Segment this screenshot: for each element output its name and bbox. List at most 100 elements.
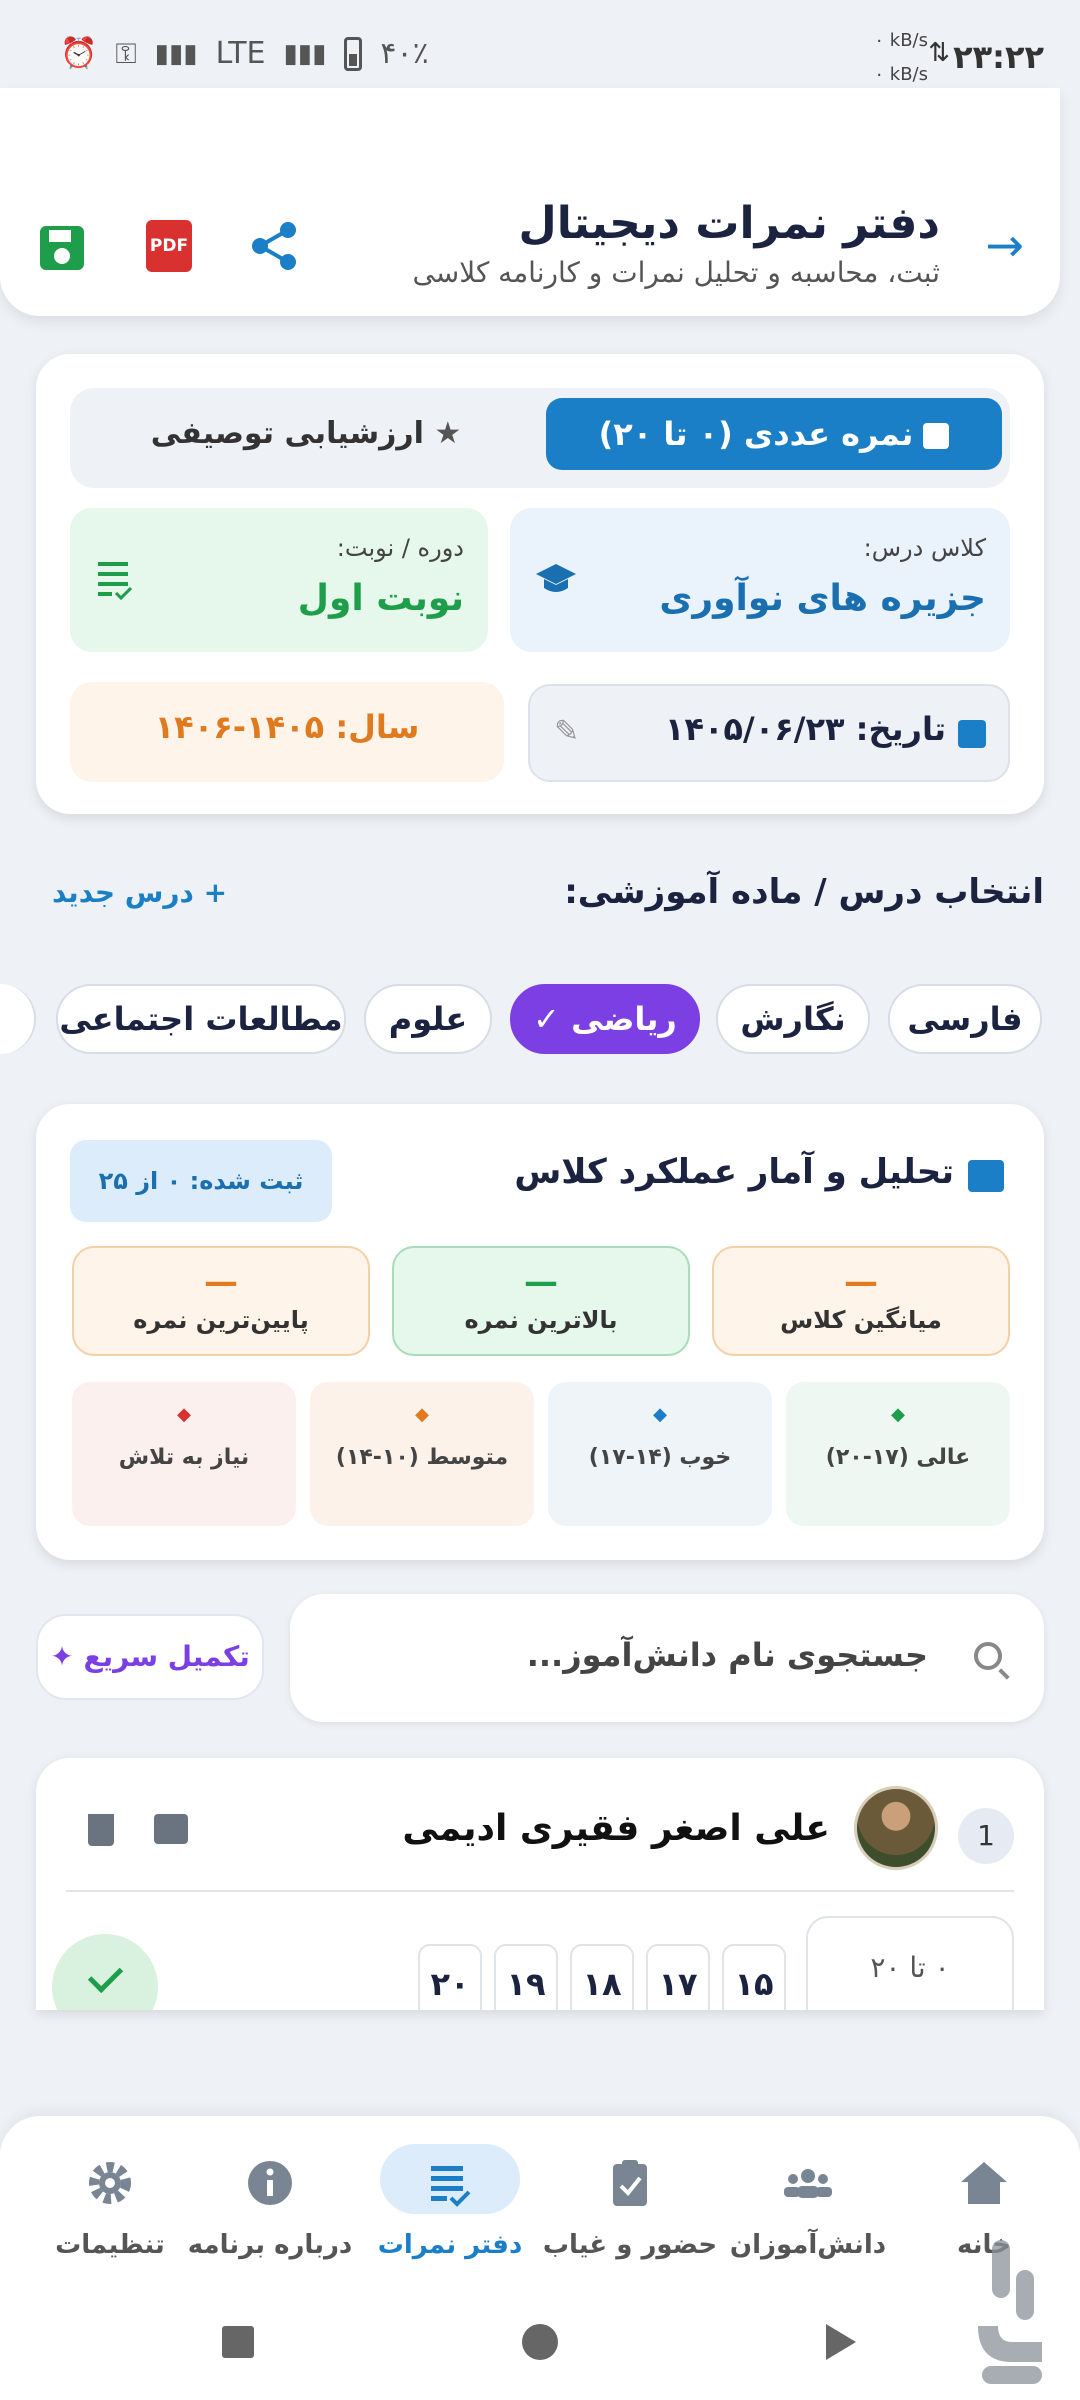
- student-row-card: 1 علی اصغر فقیری ادیمی ۰ تا ۲۰ ۲۰ ۱۹ ۱۸ …: [36, 1758, 1044, 2010]
- network-type: LTE: [215, 36, 266, 71]
- speed-up: ۰ kB/s: [874, 30, 928, 51]
- key-icon: ⚿: [115, 36, 137, 70]
- average-label: میانگین کلاس: [780, 1306, 942, 1334]
- subject-chip-partial[interactable]: [0, 984, 36, 1054]
- grade-good-label: خوب (۱۴-۱۷): [588, 1445, 732, 1470]
- grade-excellent-dot: ◆: [891, 1404, 905, 1425]
- nav-settings-label: تنظیمات: [55, 2230, 165, 2260]
- avatar: [854, 1786, 938, 1870]
- class-label: کلاس درس:: [863, 534, 986, 562]
- search-icon: [974, 1642, 1002, 1670]
- school-year: سال: ۱۴۰۵-۱۴۰۶: [70, 682, 504, 782]
- recents-icon[interactable]: [222, 2326, 254, 2358]
- check-icon: ✓: [533, 1000, 572, 1038]
- quick-score-18[interactable]: ۱۸: [570, 1944, 634, 2010]
- nav-settings[interactable]: تنظیمات: [24, 2156, 196, 2260]
- bottom-navigation: خانه دانش‌آموزان حضور و غیاب دفتر نمرات …: [0, 2116, 1080, 2400]
- average-stat: — میانگین کلاس: [712, 1246, 1010, 1356]
- subject-chip-farsi[interactable]: فارسی: [888, 984, 1042, 1054]
- class-stats-card: تحلیل و آمار عملکرد کلاس ثبت شده: ۰ از ۲…: [36, 1104, 1044, 1560]
- graduation-cap-icon: [536, 564, 576, 592]
- battery-icon: [344, 36, 363, 71]
- share-icon[interactable]: [250, 220, 298, 272]
- student-index: 1: [958, 1808, 1014, 1864]
- status-bar: ۴۰٪ ▮▮▮ LTE ▮▮▮ ⚿ ⏰ ۰ kB/s ۰ kB/s ⇅ ۲۳:۲…: [0, 0, 1080, 88]
- page-title: دفتر نمرات دیجیتال: [518, 198, 940, 249]
- star-icon: ★: [423, 416, 462, 451]
- term-value: نوبت اول: [297, 578, 464, 619]
- divider: [66, 1890, 1014, 1892]
- edit-pencil-icon[interactable]: ✎: [554, 714, 579, 749]
- class-selector[interactable]: کلاس درس: جزیره های نوآوری: [510, 508, 1010, 652]
- student-name: علی اصغر فقیری ادیمی: [402, 1808, 830, 1849]
- back-arrow-icon[interactable]: →: [985, 218, 1024, 272]
- back-triangle-icon[interactable]: [826, 2324, 856, 2360]
- comment-icon[interactable]: [154, 1814, 188, 1844]
- pdf-export-icon[interactable]: PDF: [146, 220, 192, 272]
- list-check-icon: [98, 562, 132, 600]
- grade-needs-effort: ◆ نیاز به تلاش: [72, 1382, 296, 1526]
- bar-chart-icon: [968, 1160, 1004, 1192]
- numeric-mode-tab[interactable]: نمره عددی (۰ تا ۲۰): [546, 398, 1002, 470]
- grade-needs-effort-label: نیاز به تلاش: [118, 1445, 250, 1470]
- student-search[interactable]: جستجوی نام دانش‌آموز...: [290, 1594, 1044, 1722]
- status-left: ۴۰٪ ▮▮▮ LTE ▮▮▮ ⚿ ⏰: [60, 36, 429, 71]
- signal-icon-2: ▮▮▮: [154, 38, 198, 69]
- gear-icon: [89, 2162, 131, 2204]
- subject-chip-math[interactable]: ریاضی ✓: [510, 984, 700, 1054]
- home-circle-icon[interactable]: [522, 2324, 558, 2360]
- nav-about[interactable]: درباره برنامه: [170, 2156, 370, 2260]
- alarm-icon: ⏰: [60, 36, 98, 71]
- term-label: دوره / نوبت:: [336, 534, 464, 562]
- term-selector[interactable]: دوره / نوبت: نوبت اول: [70, 508, 488, 652]
- quick-score-17[interactable]: ۱۷: [646, 1944, 710, 2010]
- recorded-count-badge: ثبت شده: ۰ از ۲۵ (۰٪): [70, 1140, 332, 1277]
- nav-gradebook[interactable]: دفتر نمرات: [350, 2144, 550, 2260]
- min-stat: — پایین‌ترین نمره: [72, 1246, 370, 1356]
- max-value: —: [524, 1262, 558, 1302]
- stats-title: تحلیل و آمار عملکرد کلاس: [514, 1152, 954, 1192]
- page-subtitle: ثبت، محاسبه و تحلیل نمرات و کارنامه کلاس…: [412, 256, 940, 289]
- info-icon: [248, 2161, 292, 2205]
- grade-average-label: متوسط (۱۰-۱۴): [335, 1445, 509, 1470]
- quick-fill-label: تکمیل سریع: [83, 1640, 250, 1673]
- new-lesson-button[interactable]: + درس جدید: [52, 876, 227, 909]
- class-info-card: نمره عددی (۰ تا ۲۰) ★ ارزشیابی توصیفی کل…: [36, 354, 1044, 814]
- quick-score-15[interactable]: ۱۵: [722, 1944, 786, 2010]
- nav-attendance[interactable]: حضور و غیاب: [530, 2156, 730, 2260]
- score-input[interactable]: ۰ تا ۲۰: [806, 1916, 1014, 2010]
- trash-icon[interactable]: [88, 1814, 114, 1846]
- subject-chip-social[interactable]: مطالعات اجتماعی: [56, 984, 346, 1054]
- subject-chip-science[interactable]: علوم: [364, 984, 492, 1054]
- grade-needs-effort-dot: ◆: [177, 1404, 191, 1425]
- bazaar-watermark-icon: [978, 2240, 1042, 2384]
- subject-chip-writing[interactable]: نگارش: [716, 984, 870, 1054]
- subject-section-title: انتخاب درس / ماده آموزشی:: [564, 872, 1044, 912]
- confirm-check-button[interactable]: [52, 1934, 158, 2010]
- calendar-icon: [958, 720, 986, 748]
- nav-students[interactable]: دانش‌آموزان: [708, 2156, 908, 2260]
- app-bar: → دفتر نمرات دیجیتال ثبت، محاسبه و تحلیل…: [0, 88, 1060, 316]
- grade-excellent-label: عالی (۱۷-۲۰): [825, 1445, 971, 1470]
- home-icon: [961, 2162, 1007, 2204]
- date-field[interactable]: تاریخ: ۱۴۰۵/۰۶/۲۳ ✎: [528, 684, 1010, 782]
- descriptive-mode-tab[interactable]: ★ ارزشیابی توصیفی: [78, 398, 534, 470]
- descriptive-mode-label: ارزشیابی توصیفی: [150, 416, 424, 451]
- quick-score-19[interactable]: ۱۹: [494, 1944, 558, 2010]
- quick-score-20[interactable]: ۲۰: [418, 1944, 482, 2010]
- grade-average-dot: ◆: [415, 1404, 429, 1425]
- subject-chip-math-label: ریاضی: [571, 1000, 677, 1038]
- search-input[interactable]: جستجوی نام دانش‌آموز...: [527, 1636, 928, 1674]
- save-icon[interactable]: [40, 226, 84, 270]
- nav-attendance-label: حضور و غیاب: [542, 2230, 718, 2260]
- net-speed: ۰ kB/s ۰ kB/s: [874, 24, 928, 92]
- max-stat: — بالاترین نمره: [392, 1246, 690, 1356]
- grading-mode-toggle: نمره عددی (۰ تا ۲۰) ★ ارزشیابی توصیفی: [70, 388, 1010, 488]
- average-value: —: [844, 1262, 878, 1302]
- system-navigation: [0, 2306, 1080, 2386]
- traffic-icon: ⇅: [928, 38, 950, 68]
- nav-about-label: درباره برنامه: [187, 2230, 353, 2260]
- quick-fill-button[interactable]: تکمیل سریع ✦: [36, 1614, 264, 1700]
- numeric-mode-label: نمره عددی (۰ تا ۲۰): [598, 415, 914, 453]
- gradebook-icon: [431, 2166, 471, 2207]
